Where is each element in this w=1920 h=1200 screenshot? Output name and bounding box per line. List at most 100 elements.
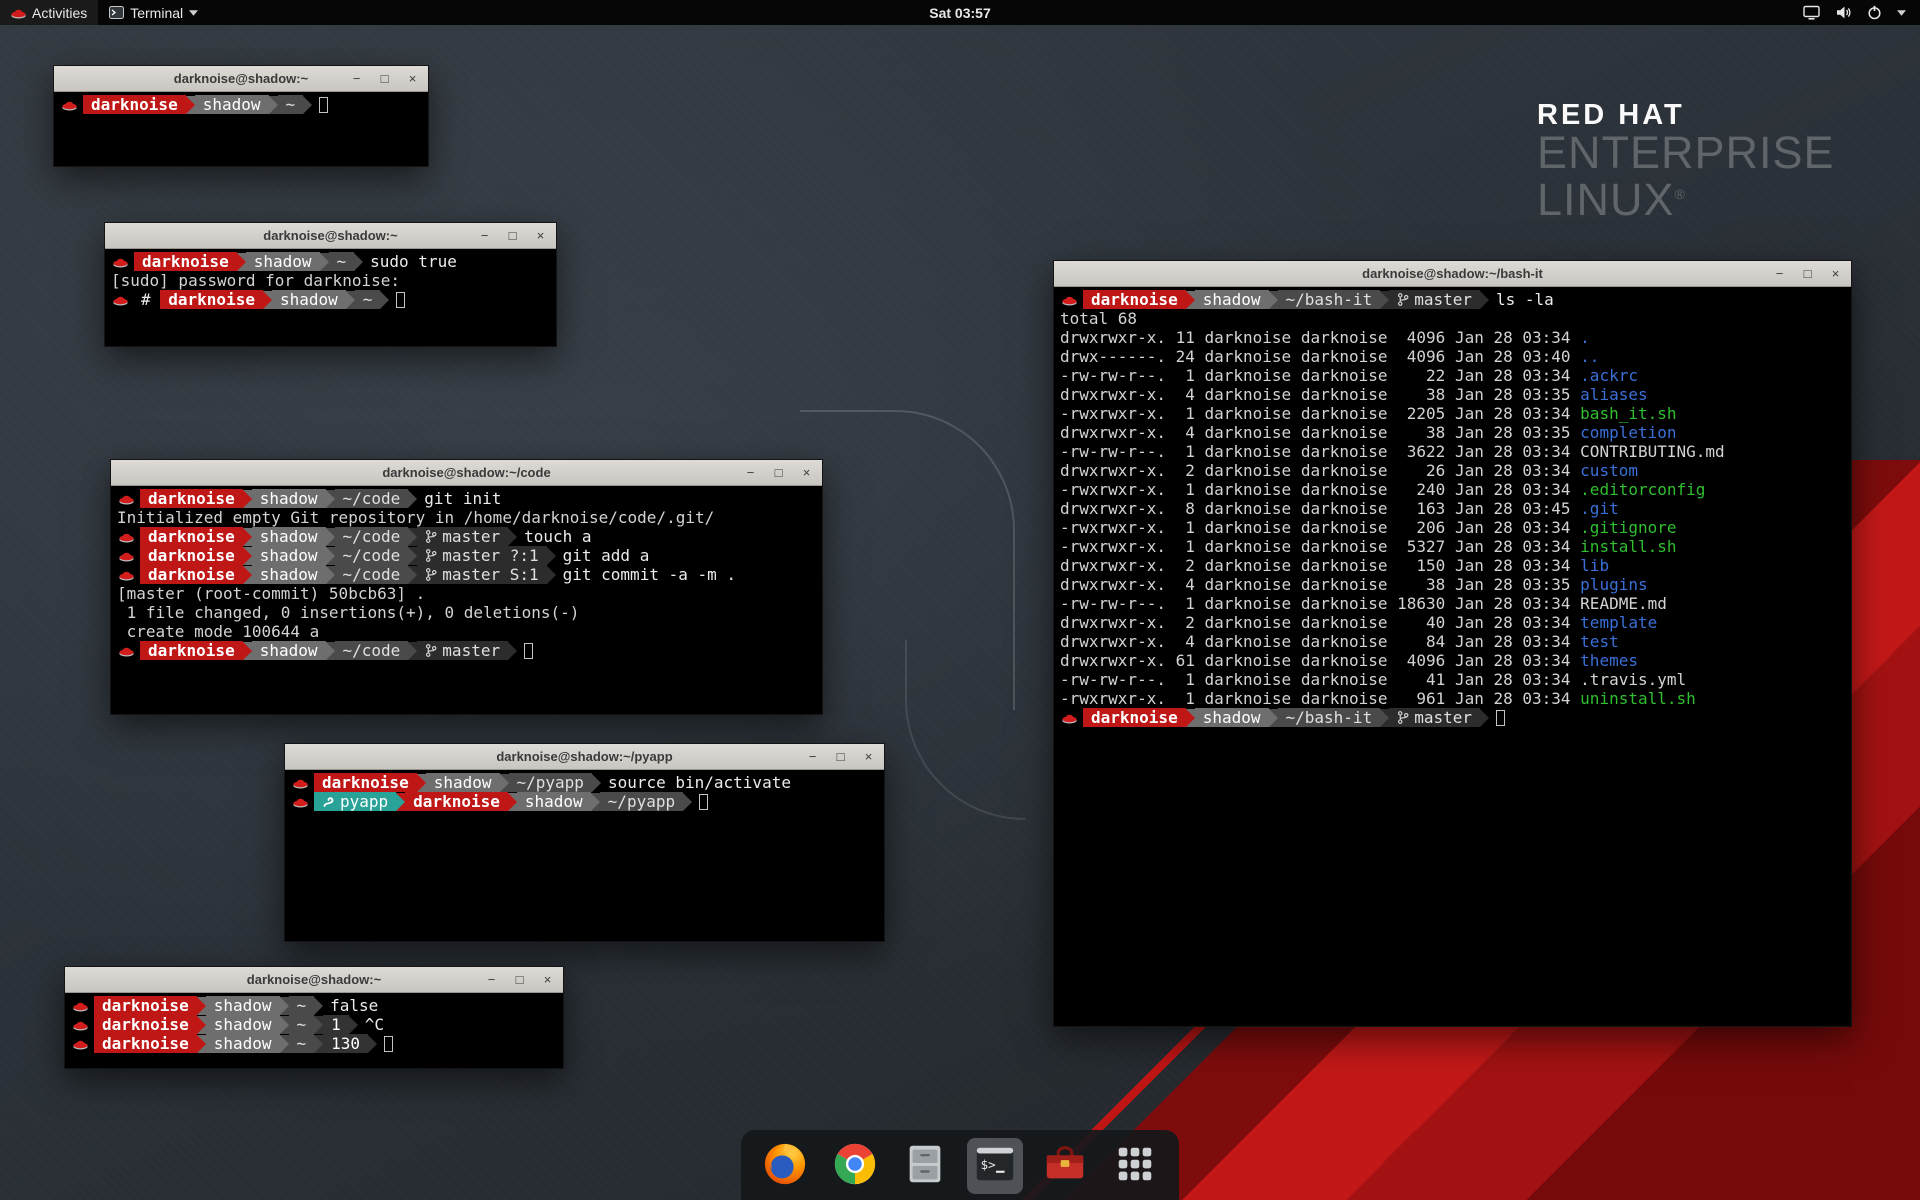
terminal-line: darknoiseshadow~/bash-itmasterls -la bbox=[1060, 290, 1845, 309]
window-titlebar[interactable]: darknoise@shadow:~ − □ × bbox=[54, 66, 428, 92]
powerline-arrow bbox=[326, 642, 335, 660]
close-button[interactable]: × bbox=[1829, 266, 1842, 281]
powerline-arrow bbox=[500, 774, 509, 792]
powerline-arrow bbox=[1480, 709, 1489, 727]
prompt-segment-git: master S:1 bbox=[417, 565, 546, 584]
minimize-button[interactable]: − bbox=[744, 465, 757, 480]
top-bar: Activities Terminal Sat 03:57 bbox=[0, 0, 1920, 25]
terminal-cursor bbox=[396, 292, 405, 308]
output-text: [sudo] password for darknoise: bbox=[111, 271, 400, 290]
prompt-segment-git: master ?:1 bbox=[417, 546, 546, 565]
terminal-content[interactable]: darknoiseshadow~sudo true[sudo] password… bbox=[105, 249, 556, 346]
prompt-segment-path: ~/code bbox=[335, 489, 409, 508]
prompt-segment-path: ~ bbox=[278, 95, 304, 114]
powerline-arrow bbox=[314, 1035, 323, 1053]
file-name: themes bbox=[1580, 651, 1638, 670]
window-selector-icon[interactable] bbox=[1803, 5, 1820, 20]
window-titlebar[interactable]: darknoise@shadow:~/code − □ × bbox=[111, 460, 822, 486]
activities-label: Activities bbox=[32, 5, 87, 21]
dock: $> bbox=[741, 1130, 1179, 1200]
output-text: create mode 100644 a bbox=[117, 622, 319, 641]
power-icon[interactable] bbox=[1867, 5, 1882, 20]
close-button[interactable]: × bbox=[406, 71, 419, 86]
terminal-line: -rw-rw-r--. 1 darknoise darknoise 22 Jan… bbox=[1060, 366, 1845, 385]
maximize-button[interactable]: □ bbox=[506, 228, 519, 243]
red-hat-prompt-icon bbox=[117, 644, 140, 657]
red-hat-prompt-icon bbox=[291, 776, 314, 789]
window-title: darknoise@shadow:~ bbox=[263, 228, 397, 243]
activities-button[interactable]: Activities bbox=[0, 0, 98, 25]
window-titlebar[interactable]: darknoise@shadow:~ − □ × bbox=[65, 967, 563, 993]
dock-item-toolbox[interactable] bbox=[1037, 1138, 1093, 1194]
command-text: false bbox=[330, 996, 378, 1015]
red-hat-prompt-icon bbox=[111, 255, 134, 268]
terminal-line: darknoiseshadow~/codemaster bbox=[117, 641, 816, 660]
window-titlebar[interactable]: darknoise@shadow:~ − □ × bbox=[105, 223, 556, 249]
volume-icon[interactable] bbox=[1835, 5, 1852, 20]
toolbox-icon bbox=[1042, 1141, 1088, 1192]
maximize-button[interactable]: □ bbox=[513, 972, 526, 987]
file-name: README.md bbox=[1580, 594, 1667, 613]
terminal-line: darknoiseshadow~/codegit init bbox=[117, 489, 816, 508]
output-text: [master (root-commit) 50bcb63] . bbox=[117, 584, 425, 603]
dock-item-app-grid[interactable] bbox=[1107, 1138, 1163, 1194]
window-title: darknoise@shadow:~/bash-it bbox=[1362, 266, 1543, 281]
file-name: uninstall.sh bbox=[1580, 689, 1696, 708]
powerline-arrow bbox=[1380, 291, 1389, 309]
caret-down-icon[interactable] bbox=[1897, 10, 1906, 16]
output-text: drwxrwxr-x. 2 darknoise darknoise 26 Jan… bbox=[1060, 461, 1580, 480]
red-hat-prompt-icon bbox=[117, 568, 140, 581]
terminal-line: # darknoiseshadow~ bbox=[111, 290, 550, 309]
prompt-segment-path: ~ bbox=[289, 1034, 315, 1053]
minimize-button[interactable]: − bbox=[478, 228, 491, 243]
app-grid-icon bbox=[1112, 1141, 1158, 1192]
command-text: git commit -a -m . bbox=[563, 565, 736, 584]
powerline-arrow bbox=[237, 253, 246, 271]
prompt-segment-git: master bbox=[1389, 708, 1480, 727]
terminal-content[interactable]: darknoiseshadow~/codegit initInitialized… bbox=[111, 486, 822, 714]
terminal-window: darknoise@shadow:~/bash-it − □ × darknoi… bbox=[1053, 260, 1852, 1027]
terminal-content[interactable]: darknoiseshadow~falsedarknoiseshadow~1^C… bbox=[65, 993, 563, 1068]
minimize-button[interactable]: − bbox=[806, 749, 819, 764]
dock-item-chrome[interactable] bbox=[827, 1138, 883, 1194]
red-hat-prompt-icon bbox=[291, 795, 314, 808]
terminal-line: drwxrwxr-x. 61 darknoise darknoise 4096 … bbox=[1060, 651, 1845, 670]
app-menu-button[interactable]: Terminal bbox=[98, 0, 209, 25]
prompt-segment-exit: 130 bbox=[323, 1034, 368, 1053]
red-hat-prompt-icon bbox=[117, 492, 140, 505]
prompt-segment-user: darknoise bbox=[140, 489, 243, 508]
window-titlebar[interactable]: darknoise@shadow:~/bash-it − □ × bbox=[1054, 261, 1851, 287]
powerline-arrow bbox=[396, 793, 405, 811]
file-name: . bbox=[1580, 328, 1590, 347]
close-button[interactable]: × bbox=[862, 749, 875, 764]
terminal-content[interactable]: darknoiseshadow~ bbox=[54, 92, 428, 166]
prompt-segment-host: shadow bbox=[252, 641, 326, 660]
powerline-arrow bbox=[354, 253, 363, 271]
prompt-segment-path: ~/code bbox=[335, 641, 409, 660]
terminal-content[interactable]: darknoiseshadow~/pyappsource bin/activat… bbox=[285, 770, 884, 941]
clock[interactable]: Sat 03:57 bbox=[929, 5, 990, 21]
terminal-cursor bbox=[319, 97, 328, 113]
dock-item-files[interactable] bbox=[897, 1138, 953, 1194]
powerline-arrow bbox=[326, 547, 335, 565]
maximize-button[interactable]: □ bbox=[834, 749, 847, 764]
powerline-arrow bbox=[1380, 709, 1389, 727]
minimize-button[interactable]: − bbox=[350, 71, 363, 86]
dock-item-firefox[interactable] bbox=[757, 1138, 813, 1194]
close-button[interactable]: × bbox=[800, 465, 813, 480]
maximize-button[interactable]: □ bbox=[1801, 266, 1814, 281]
output-text: drwxrwxr-x. 61 darknoise darknoise 4096 … bbox=[1060, 651, 1580, 670]
maximize-button[interactable]: □ bbox=[772, 465, 785, 480]
prompt-segment-path: ~ bbox=[329, 252, 355, 271]
close-button[interactable]: × bbox=[541, 972, 554, 987]
close-button[interactable]: × bbox=[534, 228, 547, 243]
window-titlebar[interactable]: darknoise@shadow:~/pyapp − □ × bbox=[285, 744, 884, 770]
minimize-button[interactable]: − bbox=[1773, 266, 1786, 281]
minimize-button[interactable]: − bbox=[485, 972, 498, 987]
red-hat-prompt-icon bbox=[71, 1037, 94, 1050]
terminal-content[interactable]: darknoiseshadow~/bash-itmasterls -latota… bbox=[1054, 287, 1851, 1026]
maximize-button[interactable]: □ bbox=[378, 71, 391, 86]
system-status-area[interactable] bbox=[1795, 0, 1914, 25]
dock-item-terminal[interactable]: $> bbox=[967, 1138, 1023, 1194]
terminal-line: drwxrwxr-x. 2 darknoise darknoise 40 Jan… bbox=[1060, 613, 1845, 632]
